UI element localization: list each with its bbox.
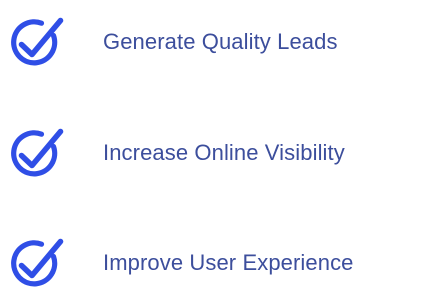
check-circle-icon [5, 235, 67, 293]
benefit-label: Improve User Experience [103, 250, 354, 275]
benefit-label: Increase Online Visibility [103, 140, 345, 165]
check-circle-icon [5, 125, 67, 183]
benefit-item: Improve User Experience [0, 235, 438, 293]
benefit-item: Increase Online Visibility [0, 125, 438, 183]
benefit-label: Generate Quality Leads [103, 29, 338, 54]
benefit-list: Generate Quality Leads Increase Online V… [0, 0, 438, 293]
check-circle-icon [5, 14, 67, 72]
benefit-item: Generate Quality Leads [0, 14, 438, 72]
